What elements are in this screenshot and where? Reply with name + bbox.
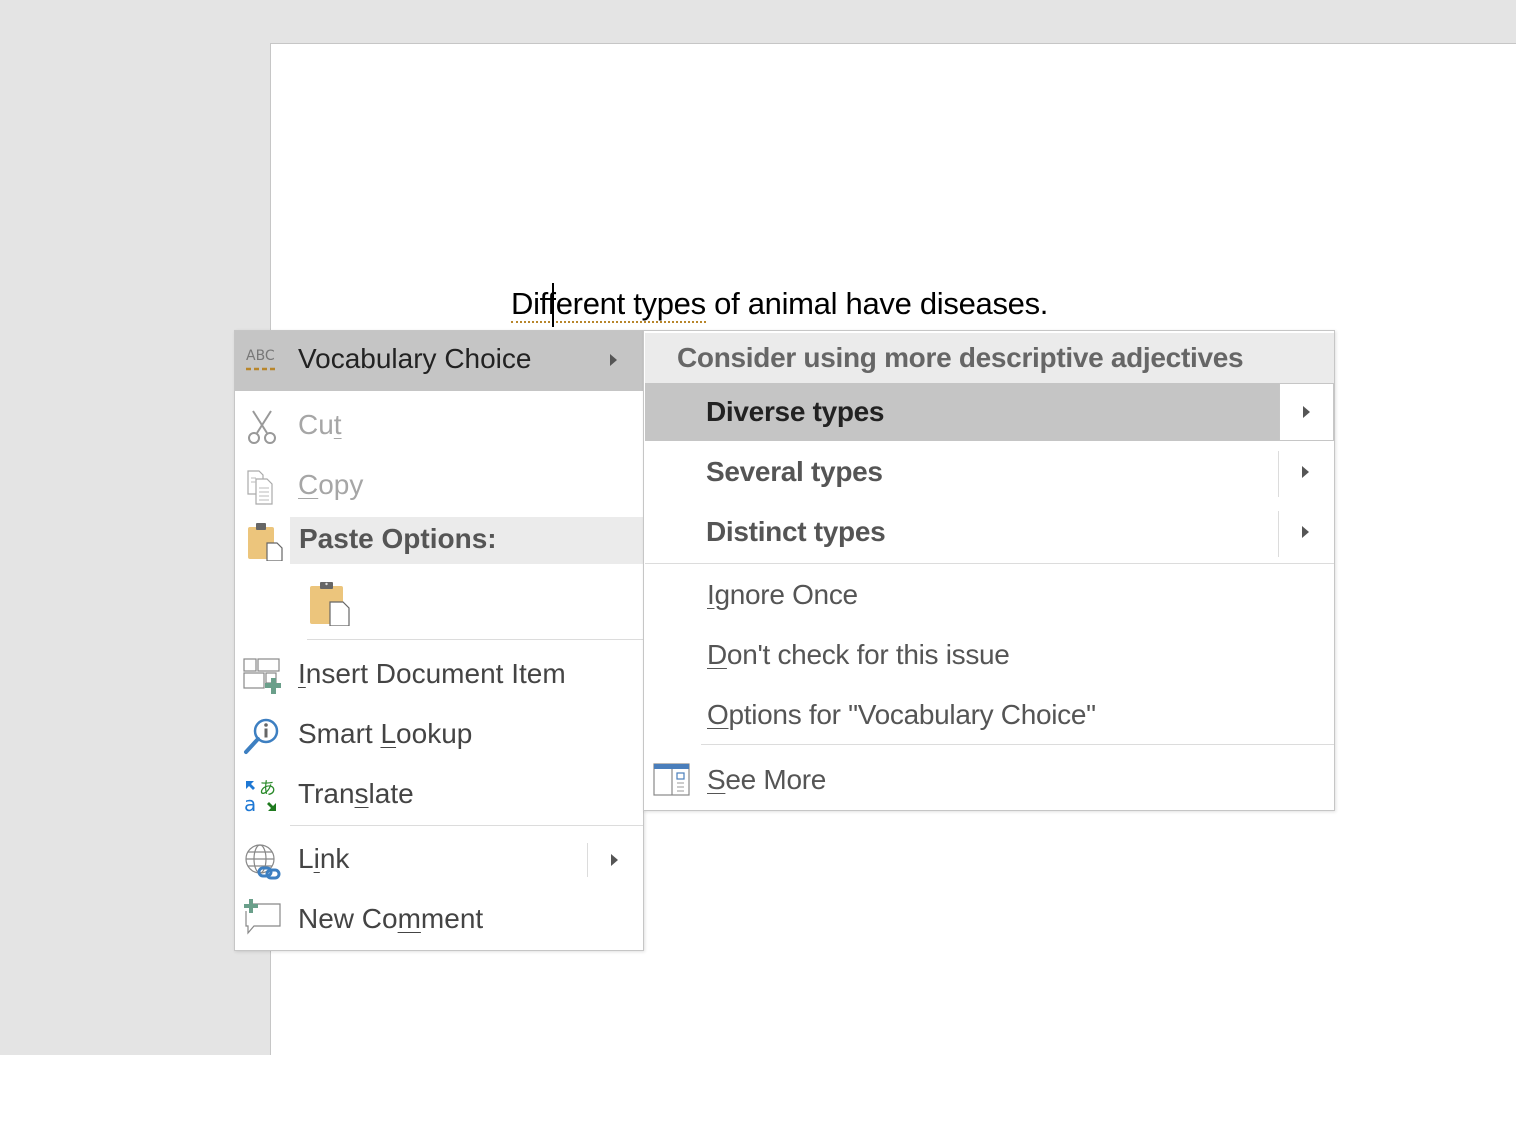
menu-item-vocabulary-choice[interactable]: ABC Vocabulary Choice [235,331,643,391]
split-separator [1278,451,1279,497]
new-comment-icon [243,899,281,937]
suggestion-expand-button[interactable] [1279,383,1334,441]
submenu-header-label: Consider using more descriptive adjectiv… [677,342,1244,373]
paste-options-label: Paste Options: [299,523,497,554]
copy-icon [243,468,281,506]
smart-lookup-icon [243,717,281,755]
menu-item-label: Link [298,843,350,874]
suggestion-label: Diverse types [706,396,885,427]
menu-separator [701,744,1334,745]
submenu-header: Consider using more descriptive adjectiv… [645,333,1334,383]
menu-item-options-vocabulary-choice[interactable]: Options for "Vocabulary Choice" [645,686,1334,746]
see-more-pane-icon [653,763,691,797]
menu-item-see-more[interactable]: See More [645,751,1334,811]
menu-item-label: Translate [298,778,414,809]
menu-item-insert-document-item[interactable]: Insert Document Item [235,646,643,706]
bottom-area [0,1055,1516,1142]
paste-options-header: Paste Options: [290,517,643,564]
menu-item-link[interactable]: Link [235,831,643,891]
submenu-arrow-icon[interactable] [1302,466,1309,478]
menu-item-label: Vocabulary Choice [298,343,532,374]
menu-item-label: Smart Lookup [298,718,473,749]
suggestion-label: Distinct types [706,516,886,547]
vocabulary-submenu: Consider using more descriptive adjectiv… [643,330,1335,811]
sentence-rest: of animal have diseases. [705,286,1049,321]
menu-separator [645,563,1334,564]
context-menu: ABC Vocabulary Choice Cut Copy Paste Opt… [234,330,644,951]
menu-item-copy[interactable]: Copy [235,457,643,517]
suggestion-distinct-types[interactable]: Distinct types [645,503,1334,561]
svg-text:あ: あ [259,779,276,799]
menu-separator [307,639,643,640]
split-separator [587,843,588,877]
menu-item-label: See More [707,764,827,795]
menu-item-ignore-once[interactable]: Ignore Once [645,566,1334,626]
flagged-phrase[interactable]: Different types [511,286,706,323]
clipboard-icon [245,521,285,562]
abc-proofing-icon: ABC [243,342,281,380]
suggestion-label: Several types [706,456,883,487]
menu-separator [290,825,643,826]
svg-text:ABC: ABC [246,348,275,364]
menu-item-label: New Comment [298,903,484,934]
submenu-arrow-icon[interactable] [611,854,618,866]
document-sentence[interactable]: Different types of animal have diseases. [511,286,1049,323]
link-globe-icon [243,842,281,880]
scissors-icon [243,408,281,446]
suggestion-several-types[interactable]: Several types [645,443,1334,501]
svg-text:a: a [244,792,256,815]
insert-document-item-icon [243,657,281,695]
menu-item-label: Options for "Vocabulary Choice" [707,699,1096,730]
menu-item-label: Cut [298,409,342,440]
paste-keep-text-button[interactable] [307,578,355,627]
menu-item-new-comment[interactable]: New Comment [235,891,643,951]
menu-item-cut[interactable]: Cut [235,397,643,457]
text-cursor [552,283,554,327]
submenu-arrow-icon [1303,406,1310,418]
menu-item-label: Copy [298,469,364,500]
menu-item-label: Don't check for this issue [707,639,1010,670]
translate-icon: a あ [243,777,281,815]
submenu-arrow-icon [610,354,617,366]
menu-item-smart-lookup[interactable]: Smart Lookup [235,706,643,766]
menu-item-dont-check[interactable]: Don't check for this issue [645,626,1334,686]
suggestion-diverse-types[interactable]: Diverse types [645,383,1334,441]
menu-item-label: Insert Document Item [298,658,566,689]
split-separator [1278,511,1279,557]
menu-item-translate[interactable]: a あ Translate [235,766,643,826]
menu-item-label: Ignore Once [707,579,858,610]
submenu-arrow-icon[interactable] [1302,526,1309,538]
